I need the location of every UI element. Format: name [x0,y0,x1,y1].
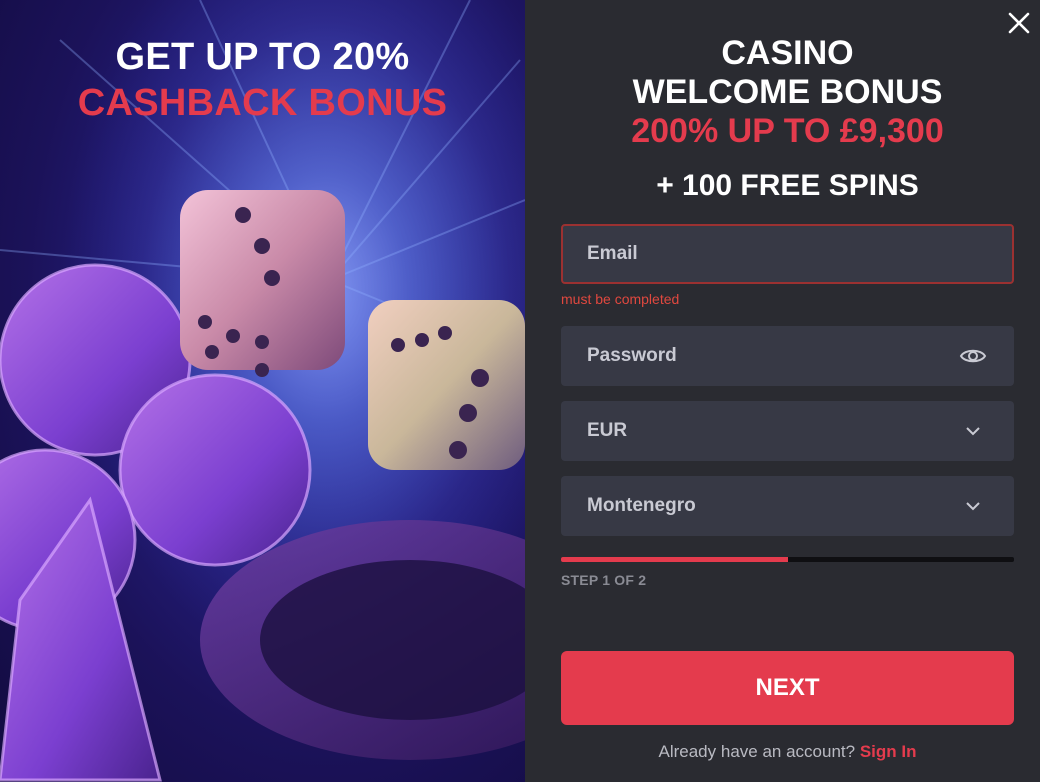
offer-line-3: 200% UP TO £9,300 [631,112,944,150]
email-error-message: must be completed [561,291,680,307]
account-prompt-text: Already have an account? [658,742,856,761]
next-button[interactable]: NEXT [561,651,1014,725]
password-field[interactable]: Password [561,326,1014,386]
email-placeholder: Email [587,243,638,264]
promo-headline: GET UP TO 20% CASHBACK BONUS [0,34,525,126]
step-progress-fill [561,557,788,562]
country-select[interactable]: Montenegro [561,476,1014,536]
currency-value: EUR [587,420,628,441]
signin-prompt: Already have an account? Sign In [561,742,1014,762]
currency-select[interactable]: EUR [561,401,1014,461]
registration-panel: CASINO WELCOME BONUS 200% UP TO £9,300 +… [525,0,1040,782]
chevron-down-icon [958,416,988,446]
promo-panel: GET UP TO 20% CASHBACK BONUS [0,0,525,782]
eye-icon[interactable] [958,341,988,371]
welcome-bonus-title: CASINO WELCOME BONUS 200% UP TO £9,300 [561,34,1014,151]
promo-line-2: CASHBACK BONUS [77,82,448,124]
offer-line-1: CASINO [721,34,854,72]
free-spins-text: + 100 FREE SPINS [656,169,919,202]
step-indicator: STEP 1 OF 2 [561,572,647,588]
promo-line-1: GET UP TO 20% [115,36,410,78]
email-field[interactable]: Email [561,224,1014,284]
country-value: Montenegro [587,495,696,516]
offer-line-2: WELCOME BONUS [632,73,943,111]
close-icon [1008,12,1030,34]
step-progress-bar [561,557,1014,562]
chevron-down-icon [958,491,988,521]
sign-in-link[interactable]: Sign In [860,742,917,761]
password-placeholder: Password [587,345,677,366]
